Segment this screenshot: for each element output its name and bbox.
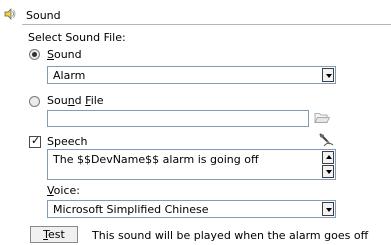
checkmark-icon: ✓ bbox=[31, 134, 41, 147]
sound-dropdown-value: Alarm bbox=[53, 69, 86, 82]
speech-label[interactable]: Speech bbox=[47, 135, 88, 148]
sound-file-radio-label[interactable]: Sound File bbox=[47, 94, 104, 107]
scroll-down-icon[interactable] bbox=[322, 165, 334, 178]
speech-checkbox[interactable]: ✓ bbox=[29, 134, 41, 148]
test-note: This sound will be played when the alarm… bbox=[92, 229, 369, 242]
voice-dropdown[interactable]: Microsoft Simplified Chinese bbox=[47, 200, 336, 218]
speech-text-value: The $$DevName$$ alarm is going off bbox=[53, 153, 259, 166]
speech-text-field[interactable]: The $$DevName$$ alarm is going off bbox=[47, 149, 336, 180]
sound-radio-label[interactable]: Sound bbox=[47, 48, 82, 61]
sound-file-radio[interactable] bbox=[29, 96, 40, 107]
chevron-down-icon[interactable] bbox=[322, 202, 334, 216]
voice-label: Voice: bbox=[47, 184, 80, 197]
sound-file-input[interactable] bbox=[47, 110, 309, 127]
folder-icon[interactable] bbox=[314, 111, 330, 124]
select-sound-file-label: Select Sound File: bbox=[28, 31, 126, 44]
sound-radio[interactable] bbox=[29, 49, 40, 60]
speech-test-icon[interactable] bbox=[318, 132, 334, 148]
section-title: Sound bbox=[26, 9, 61, 22]
sound-dropdown[interactable]: Alarm bbox=[47, 66, 336, 84]
speaker-icon bbox=[4, 8, 16, 20]
header-divider bbox=[22, 24, 391, 25]
voice-dropdown-value: Microsoft Simplified Chinese bbox=[53, 203, 209, 216]
scroll-up-icon[interactable] bbox=[322, 151, 334, 164]
chevron-down-icon[interactable] bbox=[322, 68, 334, 82]
test-button[interactable]: Test bbox=[30, 226, 78, 243]
